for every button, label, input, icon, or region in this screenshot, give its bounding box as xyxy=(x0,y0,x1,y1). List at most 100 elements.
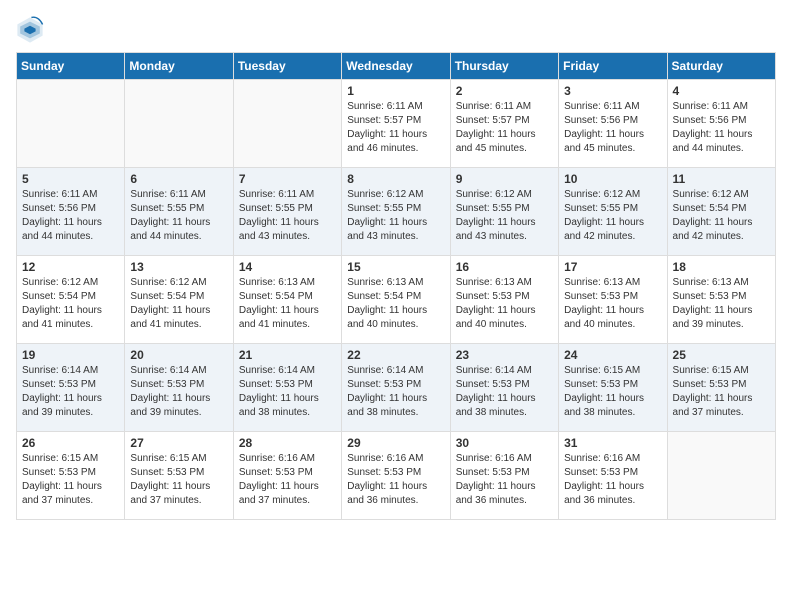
calendar-cell: 8 Sunrise: 6:12 AM Sunset: 5:55 PM Daylig… xyxy=(342,168,450,256)
day-number: 28 xyxy=(239,436,336,450)
cell-info: Sunrise: 6:15 AM Sunset: 5:53 PM Dayligh… xyxy=(22,452,119,508)
cell-info: Sunrise: 6:12 AM Sunset: 5:54 PM Dayligh… xyxy=(130,276,227,332)
day-of-week-header: Tuesday xyxy=(233,53,341,80)
day-of-week-header: Sunday xyxy=(17,53,125,80)
cell-info: Sunrise: 6:11 AM Sunset: 5:57 PM Dayligh… xyxy=(456,100,553,156)
day-number: 24 xyxy=(564,348,661,362)
day-number: 21 xyxy=(239,348,336,362)
day-number: 4 xyxy=(673,84,770,98)
cell-info: Sunrise: 6:12 AM Sunset: 5:54 PM Dayligh… xyxy=(22,276,119,332)
calendar-cell: 28 Sunrise: 6:16 AM Sunset: 5:53 PM Dayli… xyxy=(233,432,341,520)
day-of-week-header: Thursday xyxy=(450,53,558,80)
day-number: 19 xyxy=(22,348,119,362)
day-number: 6 xyxy=(130,172,227,186)
calendar-cell: 5 Sunrise: 6:11 AM Sunset: 5:56 PM Daylig… xyxy=(17,168,125,256)
cell-info: Sunrise: 6:14 AM Sunset: 5:53 PM Dayligh… xyxy=(239,364,336,420)
calendar-cell: 9 Sunrise: 6:12 AM Sunset: 5:55 PM Daylig… xyxy=(450,168,558,256)
cell-info: Sunrise: 6:15 AM Sunset: 5:53 PM Dayligh… xyxy=(673,364,770,420)
day-number: 9 xyxy=(456,172,553,186)
cell-info: Sunrise: 6:14 AM Sunset: 5:53 PM Dayligh… xyxy=(456,364,553,420)
day-number: 20 xyxy=(130,348,227,362)
calendar-cell: 23Sunrise: 6:14 AM Sunset: 5:53 PM Dayli… xyxy=(450,344,558,432)
day-number: 5 xyxy=(22,172,119,186)
calendar-cell: 2 Sunrise: 6:11 AM Sunset: 5:57 PM Daylig… xyxy=(450,80,558,168)
calendar-cell: 18 Sunrise: 6:13 AM Sunset: 5:53 PM Dayli… xyxy=(667,256,775,344)
general-blue-icon xyxy=(16,16,44,44)
calendar-cell xyxy=(17,80,125,168)
calendar-cell: 6 Sunrise: 6:11 AM Sunset: 5:55 PM Daylig… xyxy=(125,168,233,256)
calendar-cell: 4 Sunrise: 6:11 AM Sunset: 5:56 PM Daylig… xyxy=(667,80,775,168)
page-header xyxy=(16,16,776,44)
day-number: 17 xyxy=(564,260,661,274)
calendar-cell xyxy=(233,80,341,168)
cell-info: Sunrise: 6:13 AM Sunset: 5:54 PM Dayligh… xyxy=(239,276,336,332)
cell-info: Sunrise: 6:12 AM Sunset: 5:54 PM Dayligh… xyxy=(673,188,770,244)
cell-info: Sunrise: 6:12 AM Sunset: 5:55 PM Dayligh… xyxy=(347,188,444,244)
day-number: 18 xyxy=(673,260,770,274)
cell-info: Sunrise: 6:14 AM Sunset: 5:53 PM Dayligh… xyxy=(347,364,444,420)
calendar-header-row: SundayMondayTuesdayWednesdayThursdayFrid… xyxy=(17,53,776,80)
cell-info: Sunrise: 6:13 AM Sunset: 5:53 PM Dayligh… xyxy=(673,276,770,332)
cell-info: Sunrise: 6:16 AM Sunset: 5:53 PM Dayligh… xyxy=(564,452,661,508)
cell-info: Sunrise: 6:11 AM Sunset: 5:56 PM Dayligh… xyxy=(22,188,119,244)
calendar-cell: 27 Sunrise: 6:15 AM Sunset: 5:53 PM Dayli… xyxy=(125,432,233,520)
day-number: 29 xyxy=(347,436,444,450)
calendar-cell: 17 Sunrise: 6:13 AM Sunset: 5:53 PM Dayli… xyxy=(559,256,667,344)
calendar-cell: 15 Sunrise: 6:13 AM Sunset: 5:54 PM Dayli… xyxy=(342,256,450,344)
calendar-table: SundayMondayTuesdayWednesdayThursdayFrid… xyxy=(16,52,776,520)
day-of-week-header: Wednesday xyxy=(342,53,450,80)
day-number: 3 xyxy=(564,84,661,98)
calendar-cell: 13Sunrise: 6:12 AM Sunset: 5:54 PM Dayli… xyxy=(125,256,233,344)
calendar-cell: 3 Sunrise: 6:11 AM Sunset: 5:56 PM Daylig… xyxy=(559,80,667,168)
calendar-cell: 31Sunrise: 6:16 AM Sunset: 5:53 PM Dayli… xyxy=(559,432,667,520)
day-number: 10 xyxy=(564,172,661,186)
day-number: 22 xyxy=(347,348,444,362)
cell-info: Sunrise: 6:13 AM Sunset: 5:53 PM Dayligh… xyxy=(456,276,553,332)
cell-info: Sunrise: 6:13 AM Sunset: 5:53 PM Dayligh… xyxy=(564,276,661,332)
calendar-cell: 16 Sunrise: 6:13 AM Sunset: 5:53 PM Dayli… xyxy=(450,256,558,344)
day-of-week-header: Saturday xyxy=(667,53,775,80)
calendar-week-row: 1 Sunrise: 6:11 AM Sunset: 5:57 PM Daylig… xyxy=(17,80,776,168)
cell-info: Sunrise: 6:15 AM Sunset: 5:53 PM Dayligh… xyxy=(564,364,661,420)
cell-info: Sunrise: 6:16 AM Sunset: 5:53 PM Dayligh… xyxy=(239,452,336,508)
cell-info: Sunrise: 6:14 AM Sunset: 5:53 PM Dayligh… xyxy=(130,364,227,420)
day-number: 27 xyxy=(130,436,227,450)
cell-info: Sunrise: 6:11 AM Sunset: 5:57 PM Dayligh… xyxy=(347,100,444,156)
day-number: 15 xyxy=(347,260,444,274)
calendar-cell xyxy=(125,80,233,168)
calendar-cell: 29 Sunrise: 6:16 AM Sunset: 5:53 PM Dayli… xyxy=(342,432,450,520)
cell-info: Sunrise: 6:12 AM Sunset: 5:55 PM Dayligh… xyxy=(456,188,553,244)
day-number: 11 xyxy=(673,172,770,186)
day-number: 1 xyxy=(347,84,444,98)
calendar-cell: 24 Sunrise: 6:15 AM Sunset: 5:53 PM Dayli… xyxy=(559,344,667,432)
logo xyxy=(16,16,48,44)
calendar-cell: 11 Sunrise: 6:12 AM Sunset: 5:54 PM Dayli… xyxy=(667,168,775,256)
cell-info: Sunrise: 6:14 AM Sunset: 5:53 PM Dayligh… xyxy=(22,364,119,420)
calendar-week-row: 12 Sunrise: 6:12 AM Sunset: 5:54 PM Dayli… xyxy=(17,256,776,344)
cell-info: Sunrise: 6:11 AM Sunset: 5:55 PM Dayligh… xyxy=(130,188,227,244)
day-number: 14 xyxy=(239,260,336,274)
calendar-week-row: 26Sunrise: 6:15 AM Sunset: 5:53 PM Dayli… xyxy=(17,432,776,520)
calendar-cell: 26Sunrise: 6:15 AM Sunset: 5:53 PM Dayli… xyxy=(17,432,125,520)
day-number: 7 xyxy=(239,172,336,186)
calendar-cell: 22 Sunrise: 6:14 AM Sunset: 5:53 PM Dayli… xyxy=(342,344,450,432)
cell-info: Sunrise: 6:16 AM Sunset: 5:53 PM Dayligh… xyxy=(347,452,444,508)
calendar-cell: 14 Sunrise: 6:13 AM Sunset: 5:54 PM Dayli… xyxy=(233,256,341,344)
day-number: 8 xyxy=(347,172,444,186)
day-number: 30 xyxy=(456,436,553,450)
day-number: 12 xyxy=(22,260,119,274)
cell-info: Sunrise: 6:13 AM Sunset: 5:54 PM Dayligh… xyxy=(347,276,444,332)
cell-info: Sunrise: 6:11 AM Sunset: 5:56 PM Dayligh… xyxy=(564,100,661,156)
calendar-cell xyxy=(667,432,775,520)
calendar-cell: 10Sunrise: 6:12 AM Sunset: 5:55 PM Dayli… xyxy=(559,168,667,256)
day-of-week-header: Friday xyxy=(559,53,667,80)
day-number: 2 xyxy=(456,84,553,98)
cell-info: Sunrise: 6:15 AM Sunset: 5:53 PM Dayligh… xyxy=(130,452,227,508)
calendar-cell: 30 Sunrise: 6:16 AM Sunset: 5:53 PM Dayli… xyxy=(450,432,558,520)
day-number: 16 xyxy=(456,260,553,274)
calendar-cell: 20 Sunrise: 6:14 AM Sunset: 5:53 PM Dayli… xyxy=(125,344,233,432)
calendar-week-row: 5 Sunrise: 6:11 AM Sunset: 5:56 PM Daylig… xyxy=(17,168,776,256)
cell-info: Sunrise: 6:11 AM Sunset: 5:56 PM Dayligh… xyxy=(673,100,770,156)
calendar-cell: 1 Sunrise: 6:11 AM Sunset: 5:57 PM Daylig… xyxy=(342,80,450,168)
cell-info: Sunrise: 6:16 AM Sunset: 5:53 PM Dayligh… xyxy=(456,452,553,508)
